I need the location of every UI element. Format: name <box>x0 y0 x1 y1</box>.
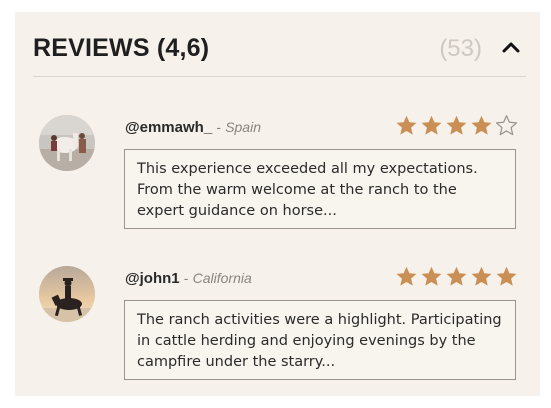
review-comment[interactable]: The ranch activities were a highlight. P… <box>124 300 516 380</box>
meta-separator: - <box>183 270 189 286</box>
star-rating <box>395 114 518 137</box>
review-location: California <box>192 270 252 286</box>
reviews-header[interactable]: REVIEWS (4,6) (53) <box>33 26 526 76</box>
star-filled-icon <box>496 266 517 286</box>
header-divider <box>33 76 526 77</box>
review-location: Spain <box>225 119 261 135</box>
review-item: @john1 - California The ranch activities… <box>15 258 540 388</box>
star-filled-icon <box>396 115 417 135</box>
star-filled-icon <box>421 266 442 286</box>
review-meta: @emmawh_ - Spain <box>125 119 261 136</box>
review-handle[interactable]: @emmawh_ <box>125 119 212 136</box>
review-comment[interactable]: This experience exceeded all my expectat… <box>124 149 516 229</box>
review-meta: @john1 - California <box>125 270 252 287</box>
reviews-panel: REVIEWS (4,6) (53) @emmawh_ - Spain This… <box>15 12 540 396</box>
star-empty-icon <box>495 115 518 136</box>
star-filled-icon <box>396 266 417 286</box>
review-handle[interactable]: @john1 <box>125 270 180 287</box>
review-item: @emmawh_ - Spain This experience exceede… <box>15 107 540 237</box>
star-filled-icon <box>421 115 442 135</box>
avatar[interactable] <box>39 266 95 322</box>
reviews-count: (53) <box>439 35 482 62</box>
meta-separator: - <box>216 119 222 135</box>
avatar[interactable] <box>39 115 95 171</box>
star-rating <box>395 265 518 288</box>
star-filled-icon <box>471 115 492 135</box>
star-filled-icon <box>446 266 467 286</box>
reviews-title: REVIEWS (4,6) <box>33 34 210 62</box>
star-filled-icon <box>446 115 467 135</box>
star-filled-icon <box>471 266 492 286</box>
chevron-up-icon[interactable] <box>498 34 524 60</box>
